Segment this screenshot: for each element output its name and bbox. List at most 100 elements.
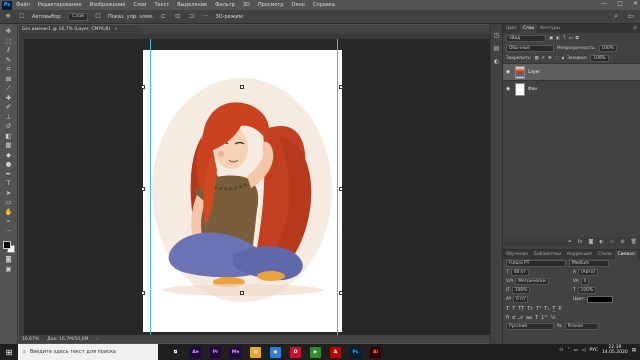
horizontal-scale-input[interactable]: 100%	[577, 287, 596, 294]
font-style-dropdown[interactable]: Medium	[569, 260, 609, 267]
tray-chevron-icon[interactable]: ˄	[567, 348, 569, 353]
clone-stamp-tool-icon[interactable]: ⊥	[3, 113, 15, 122]
align-left-icon[interactable]: ⊏	[160, 13, 168, 21]
volume-icon[interactable]: ◁	[582, 348, 585, 353]
clock[interactable]: 22:39 14.05.2020	[602, 345, 628, 355]
tab-adjustments[interactable]: Коррекция	[564, 250, 595, 259]
superscript-icon[interactable]: T¹	[536, 306, 541, 312]
windows-start-icon[interactable]: ⊞	[0, 344, 18, 360]
tab-paths[interactable]: Контуры	[537, 24, 563, 33]
marquee-tool-icon[interactable]: ⬚	[3, 37, 15, 46]
eraser-tool-icon[interactable]: ◧	[3, 132, 15, 141]
lock-artboard-icon[interactable]: ⬚	[555, 56, 559, 61]
filter-adjust-icon[interactable]: ◐	[556, 36, 560, 41]
move-tool-icon[interactable]: ✥	[3, 27, 15, 36]
eyedropper-tool-icon[interactable]: ⟋	[3, 84, 15, 93]
transform-handle-br[interactable]	[339, 291, 343, 295]
align-center-icon[interactable]: ⊡	[174, 13, 182, 21]
notifications-icon[interactable]: ▤	[632, 348, 636, 353]
properties-panel-icon[interactable]: ▤	[494, 45, 500, 52]
status-menu-chevron-icon[interactable]: ›	[96, 337, 98, 342]
guide-vertical-right[interactable]	[337, 39, 338, 335]
fill-input[interactable]: 100%	[590, 54, 609, 62]
input-language[interactable]: РУС	[589, 348, 598, 353]
menu-filter[interactable]: Фильтр	[211, 2, 239, 8]
filter-smart-icon[interactable]: ⧉	[576, 36, 579, 41]
transform-handle-tl[interactable]	[141, 85, 145, 89]
transform-handle-bl[interactable]	[141, 291, 145, 295]
menu-3d[interactable]: 3D	[239, 2, 254, 8]
faux-italic-icon[interactable]: 𝑇	[512, 306, 515, 312]
fractions-icon[interactable]: ½	[551, 315, 556, 321]
zoom-tool-icon[interactable]: ⌕	[3, 217, 15, 226]
zoom-level[interactable]: 16,67%	[22, 337, 39, 342]
taskbar-app-illustrator-icon[interactable]: Ai	[370, 346, 381, 358]
new-group-icon[interactable]: ▭	[610, 239, 615, 245]
tab-libraries[interactable]: Библиотеки	[531, 250, 564, 259]
taskbar-app-media-encoder-icon[interactable]: Me	[230, 346, 241, 358]
lock-pixels-icon[interactable]: ▦	[534, 56, 538, 61]
pen-tool-icon[interactable]: ✒	[3, 170, 15, 179]
opacity-input[interactable]: 100%	[598, 44, 617, 52]
gradient-tool-icon[interactable]: ▦	[3, 141, 15, 150]
taskbar-app-player-icon[interactable]: ▶	[310, 346, 321, 358]
taskbar-app-opera-icon[interactable]: O	[290, 346, 301, 358]
visibility-eye-icon[interactable]: ◉	[506, 86, 512, 92]
align-right-icon[interactable]: ⊐	[188, 13, 196, 21]
baseline-shift-input[interactable]: 0 пт	[512, 296, 529, 303]
blur-tool-icon[interactable]: ◆	[3, 151, 15, 160]
close-button[interactable]: ✕	[633, 0, 638, 7]
delete-layer-icon[interactable]: 🗑︎	[631, 239, 637, 245]
tab-layers[interactable]: Слои	[520, 24, 538, 33]
search-icon[interactable]: ⌕	[614, 12, 618, 21]
tab-styles[interactable]: Стили	[595, 250, 615, 259]
checkbox-icon[interactable]: ☐	[18, 13, 26, 21]
document-canvas[interactable]	[143, 50, 342, 332]
old-style-icon[interactable]: ơ	[512, 315, 515, 321]
stylistic-icon[interactable]: aa	[526, 315, 532, 321]
link-layers-icon[interactable]: ⚭	[568, 239, 572, 245]
transform-handle-bc[interactable]	[240, 291, 244, 295]
menu-help[interactable]: Справка	[309, 2, 339, 8]
menu-file[interactable]: Файл	[12, 2, 34, 8]
transform-handle-tc[interactable]	[240, 85, 244, 89]
text-color-swatch[interactable]	[587, 296, 614, 303]
document-tab[interactable]: Без имени-1 @ 16,7% (Layer, CMYK/8) ×	[19, 25, 139, 34]
more-tools-icon[interactable]: ···	[3, 227, 15, 236]
tab-color[interactable]: Цвет	[503, 24, 520, 33]
guide-vertical-left[interactable]	[150, 39, 151, 335]
underline-icon[interactable]: T̲	[552, 306, 555, 312]
crop-tool-icon[interactable]: ⌗	[3, 65, 15, 74]
strikethrough-icon[interactable]: T̶	[558, 306, 561, 312]
transform-handle-ml[interactable]	[141, 187, 145, 191]
font-size-input[interactable]: 48 пт	[510, 269, 529, 276]
menu-image[interactable]: Изображение	[85, 2, 129, 8]
lock-paint-icon[interactable]: ✐	[542, 56, 546, 61]
history-panel-icon[interactable]: ◳	[494, 32, 500, 39]
titling-icon[interactable]: T	[535, 315, 538, 321]
visibility-eye-icon[interactable]: ◉	[506, 69, 512, 75]
layer-row[interactable]: ◉ Layer	[503, 63, 640, 80]
taskbar-app-explorer-icon[interactable]: ▤	[250, 346, 261, 358]
taskbar-app-after-effects-icon[interactable]: Ae	[190, 346, 201, 358]
taskbar-app-chrome-icon[interactable]: ●	[270, 346, 281, 358]
small-caps-icon[interactable]: Tт	[527, 306, 533, 312]
tab-learn[interactable]: Обучение	[503, 250, 531, 259]
layer-row[interactable]: ◉ Фон	[503, 80, 640, 97]
auto-select-dropdown[interactable]: Слой	[68, 12, 88, 21]
lock-all-icon[interactable]: 🔒︎	[562, 56, 564, 61]
adjustment-layer-icon[interactable]: ◐	[599, 239, 603, 245]
brush-tool-icon[interactable]: ✐	[3, 103, 15, 112]
transform-controls-checkbox-icon[interactable]: ☐	[94, 13, 102, 21]
tracking-input[interactable]: 0	[580, 278, 590, 285]
type-tool-icon[interactable]: T	[3, 179, 15, 188]
network-icon[interactable]: ▭	[574, 348, 578, 353]
color-swatches[interactable]	[2, 240, 16, 254]
path-selection-tool-icon[interactable]: ➤	[3, 189, 15, 198]
dodge-tool-icon[interactable]: ●	[3, 160, 15, 169]
layer-style-icon[interactable]: fx	[578, 239, 583, 245]
taskbar-app-acrobat-icon[interactable]: A	[330, 346, 341, 358]
filter-type-icon[interactable]: T	[563, 36, 566, 41]
taskbar-search[interactable]: ⌕ Введите здесь текст для поиска	[18, 344, 158, 360]
lock-position-icon[interactable]: ✥	[548, 56, 552, 61]
